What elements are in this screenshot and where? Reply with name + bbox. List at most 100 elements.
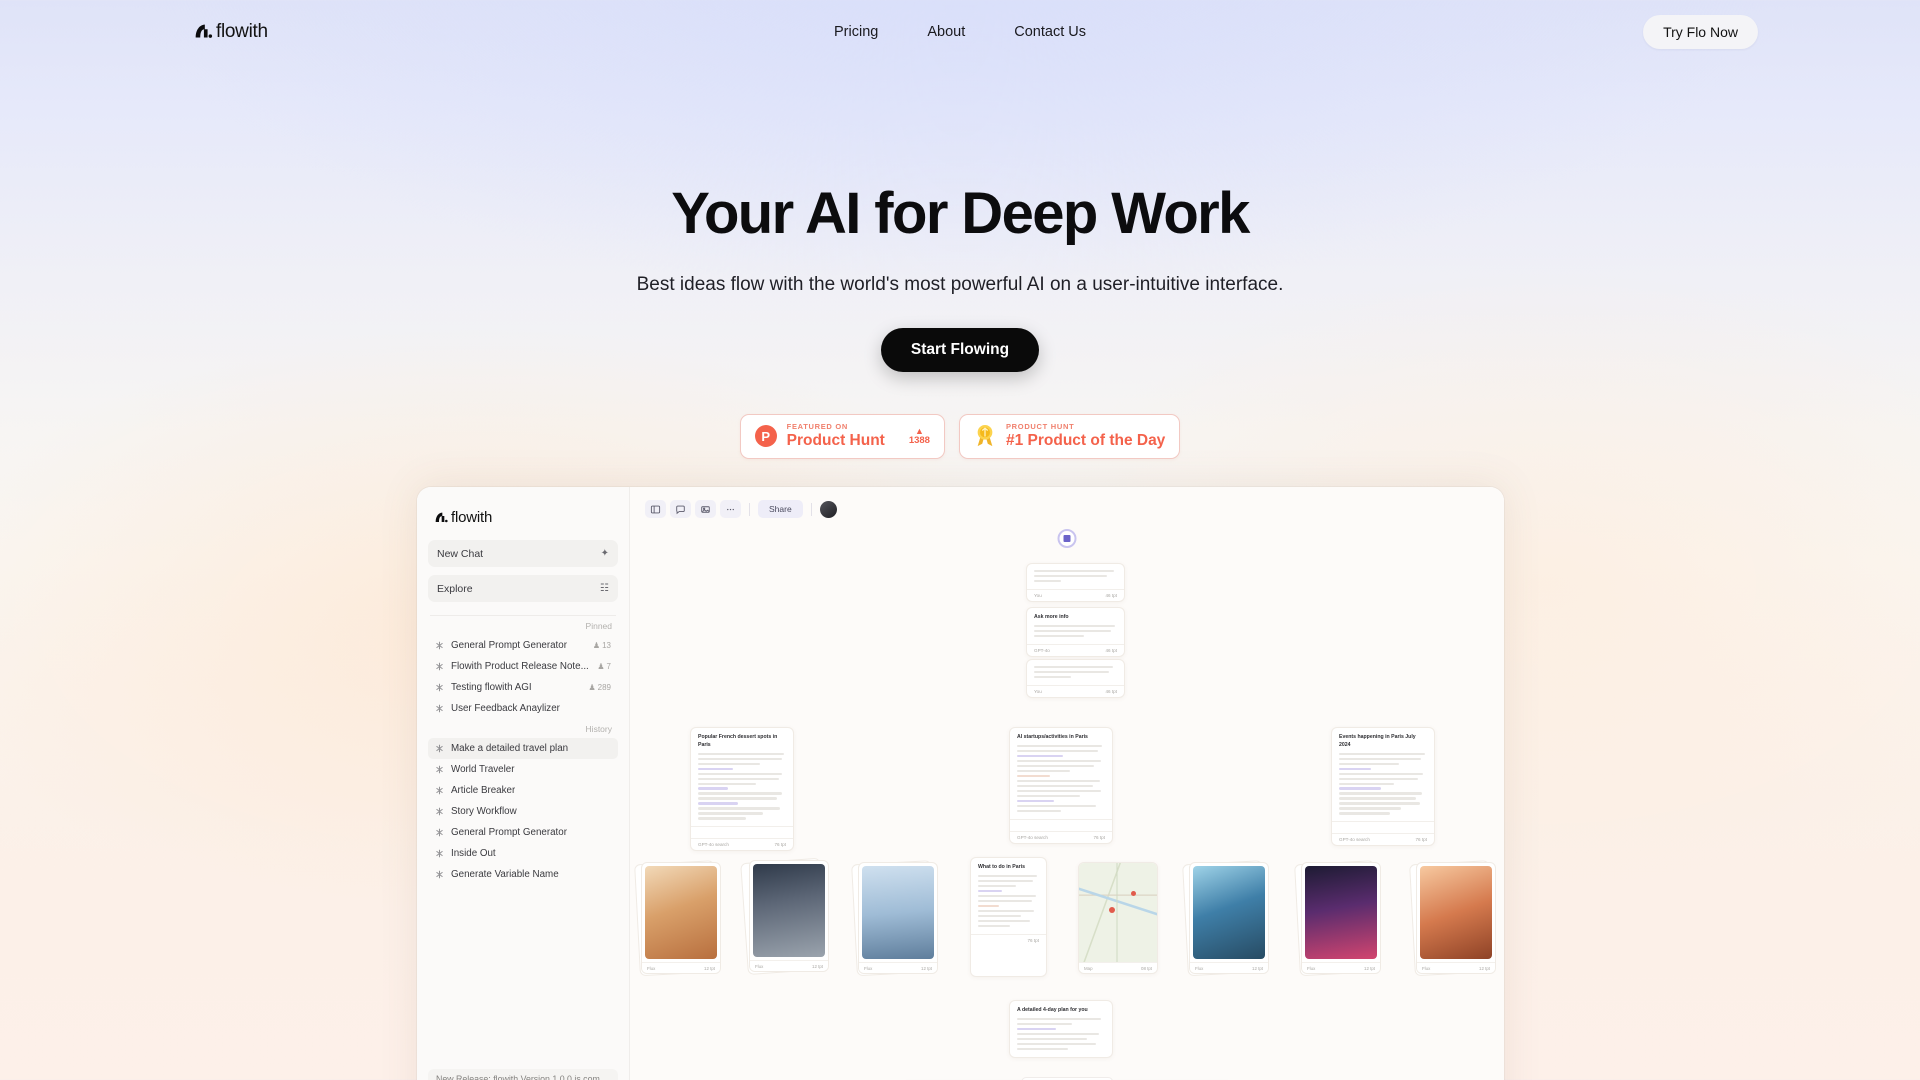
asterisk-icon: [436, 744, 443, 753]
thread-card[interactable]: You 46 tpt: [1026, 563, 1125, 602]
nav-link-about[interactable]: About: [927, 24, 965, 40]
panel-icon[interactable]: [645, 500, 666, 518]
media-card[interactable]: Flux 12 tpt: [1182, 860, 1269, 977]
card-meta-right: 46 tpt: [1105, 647, 1118, 653]
asterisk-icon: [436, 786, 443, 795]
history-item-label: Article Breaker: [451, 785, 516, 796]
flowith-logo-icon: [195, 24, 213, 38]
pinned-item[interactable]: General Prompt Generator ♟ 13: [428, 635, 618, 656]
brand-name: flowith: [216, 21, 268, 42]
canvas-toolbar: Share: [645, 500, 837, 518]
media-caption-left: Map: [1084, 965, 1093, 971]
card-meta-right: 76 tpt: [1093, 834, 1106, 840]
card-meta-right: 46 tpt: [1105, 688, 1118, 694]
history-item[interactable]: Story Workflow: [428, 801, 618, 822]
try-flo-now-button[interactable]: Try Flo Now: [1643, 15, 1758, 49]
member-count: ♟ 13: [592, 641, 611, 650]
card-meta-right: 76 tpt: [774, 842, 787, 848]
product-hunt-icon: P: [754, 425, 777, 448]
chat-bubble-icon[interactable]: [670, 500, 691, 518]
badge-title: Product Hunt: [786, 431, 885, 449]
thread-card[interactable]: Ask more info GPT-4o 46 tpt: [1026, 607, 1125, 657]
card-source-note: [1017, 823, 1018, 828]
image-icon[interactable]: [695, 500, 716, 518]
asterisk-icon: [436, 641, 443, 650]
card-title: Events happening in Paris July 2024: [1339, 734, 1416, 748]
media-card[interactable]: Flux 12 tpt: [1409, 860, 1496, 977]
asterisk-icon: [436, 662, 443, 671]
sidebar-brand-name: flowith: [451, 509, 493, 526]
canvas-avatar[interactable]: [819, 500, 837, 518]
explore-label: Explore: [437, 582, 473, 595]
media-text-card[interactable]: What to do in Paris 76 tpt: [970, 857, 1047, 977]
hero-subheadline: Best ideas flow with the world's most po…: [636, 273, 1284, 295]
history-item[interactable]: Make a detailed travel plan: [428, 738, 618, 759]
media-caption-right: 12 tpt: [921, 965, 932, 971]
explore-button[interactable]: Explore ☷: [428, 575, 618, 602]
start-flowing-button[interactable]: Start Flowing: [880, 327, 1040, 372]
card-meta-left: GPT-4o: [1034, 647, 1050, 653]
map-card[interactable]: Map 08 tpt: [1078, 862, 1158, 974]
release-note-banner[interactable]: New Release: flowith Version 1.0.0 is co…: [428, 1069, 618, 1080]
nav-links: Pricing About Contact Us: [834, 24, 1086, 40]
media-card[interactable]: Flux 12 tpt: [634, 860, 721, 977]
history-item[interactable]: Article Breaker: [428, 780, 618, 801]
history-item-label: Story Workflow: [451, 806, 517, 817]
media-card[interactable]: Flux 12 tpt: [740, 857, 829, 976]
history-item[interactable]: General Prompt Generator: [428, 822, 618, 843]
nav-link-pricing[interactable]: Pricing: [834, 24, 878, 40]
pinned-item[interactable]: User Feedback Anaylizer: [428, 698, 618, 719]
badge-kicker: FEATURED ON: [786, 421, 848, 431]
product-hunt-featured-badge[interactable]: P FEATURED ON Product Hunt ▲ 1388: [739, 413, 945, 459]
pinned-item[interactable]: Testing flowith AGI ♟ 289: [428, 677, 618, 698]
history-item[interactable]: Inside Out: [428, 843, 618, 864]
pinned-item-label: General Prompt Generator: [451, 640, 567, 651]
card-title: What to do in Paris: [978, 864, 1025, 870]
pinned-item[interactable]: Flowith Product Release Note... ♟ 7: [428, 656, 618, 677]
more-icon[interactable]: [720, 500, 741, 518]
card-meta-left: You: [1034, 688, 1042, 694]
card-meta-right: 46 tpt: [1105, 592, 1118, 598]
result-card[interactable]: Popular French dessert spots in Paris GP…: [690, 727, 794, 852]
thread-card[interactable]: You 46 tpt: [1026, 659, 1125, 698]
member-count: ♟ 7: [597, 662, 611, 671]
media-card[interactable]: Flux 12 tpt: [851, 860, 938, 977]
bottom-plan-card[interactable]: A detailed 4-day plan for you: [1009, 1000, 1113, 1058]
card-source-note: [1339, 825, 1340, 830]
asterisk-icon: [436, 704, 443, 713]
app-canvas[interactable]: Share You 46 tpt Ask more info GPT-4o 46: [630, 487, 1504, 1080]
sidebar-brand-logo[interactable]: flowith: [428, 503, 618, 526]
product-hunt-vote-count: ▲ 1388: [908, 426, 930, 446]
product-of-the-day-badge[interactable]: PRODUCT HUNT #1 Product of the Day: [958, 413, 1181, 459]
media-caption-left: Flux: [755, 963, 764, 969]
share-button[interactable]: Share: [758, 500, 803, 518]
vote-number: 1388: [908, 434, 930, 446]
nav-link-contact-us[interactable]: Contact Us: [1014, 24, 1086, 40]
media-caption-left: Flux: [864, 965, 873, 971]
media-caption-left: Flux: [647, 965, 656, 971]
card-meta-right: 76 tpt: [1415, 837, 1428, 843]
media-card[interactable]: Flux 12 tpt: [1294, 860, 1381, 977]
history-item[interactable]: World Traveler: [428, 759, 618, 780]
card-title: Ask more info: [1034, 614, 1069, 620]
pinned-item-label: User Feedback Anaylizer: [451, 703, 560, 714]
media-caption-right: 08 tpt: [1141, 965, 1152, 971]
root-node[interactable]: [1057, 529, 1077, 548]
history-item-label: Inside Out: [451, 848, 496, 859]
hero-section: Your AI for Deep Work Best ideas flow wi…: [0, 64, 1920, 459]
card-meta-right: 76 tpt: [1027, 937, 1040, 943]
history-item-label: Generate Variable Name: [451, 869, 559, 880]
new-chat-button[interactable]: New Chat ✦: [428, 540, 618, 567]
asterisk-icon: [436, 870, 443, 879]
history-item[interactable]: Generate Variable Name: [428, 864, 618, 885]
pinned-caption: Pinned: [585, 621, 612, 631]
history-item-label: General Prompt Generator: [451, 827, 567, 838]
media-caption-right: 12 tpt: [1479, 965, 1490, 971]
award-badges: P FEATURED ON Product Hunt ▲ 1388 PRODUC…: [0, 413, 1920, 459]
toolbar-divider: [810, 502, 812, 516]
card-meta-left: GPT-4o search: [1017, 834, 1048, 840]
badge-kicker: PRODUCT HUNT: [1005, 421, 1075, 431]
brand-logo[interactable]: flowith: [192, 21, 268, 43]
result-card[interactable]: Events happening in Paris July 2024 GPT-…: [1331, 727, 1435, 847]
result-card[interactable]: AI startups/activities in Paris GPT-4o s…: [1009, 727, 1113, 844]
